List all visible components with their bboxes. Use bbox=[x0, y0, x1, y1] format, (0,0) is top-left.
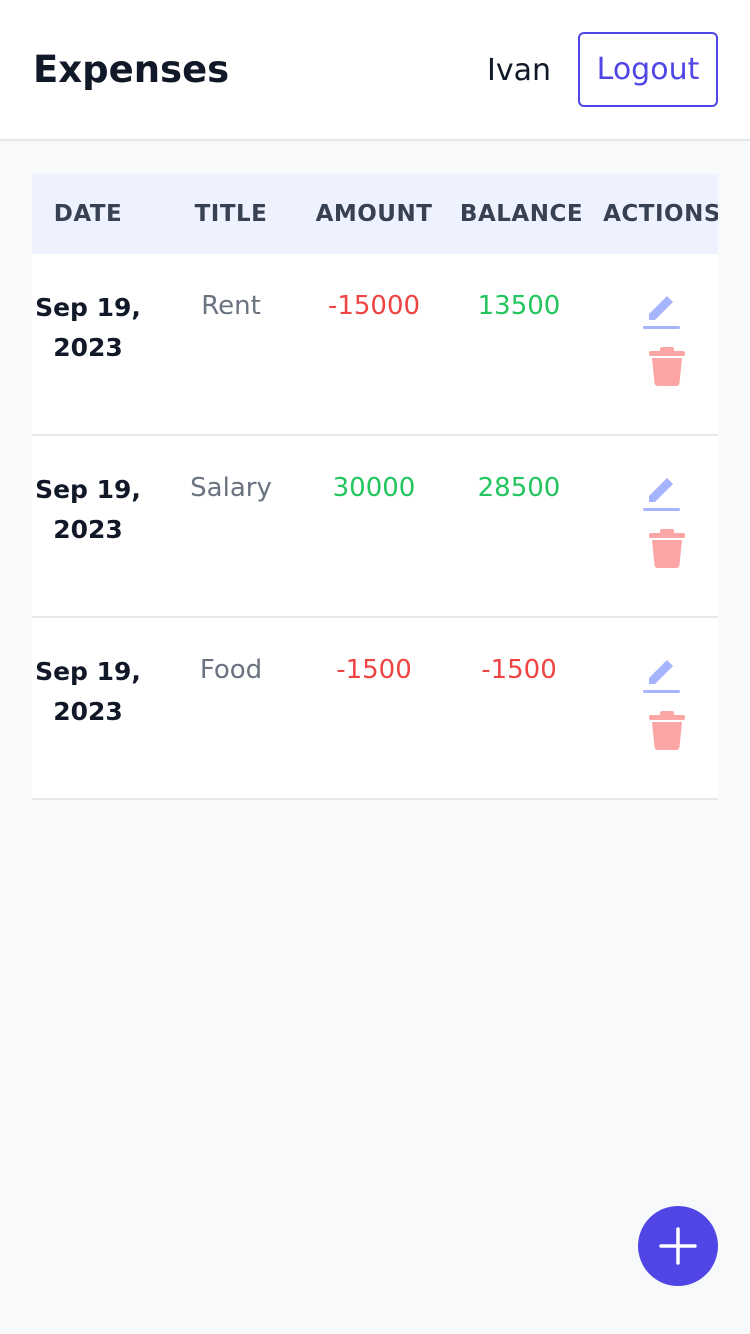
edit-button[interactable] bbox=[637, 654, 687, 696]
add-expense-button[interactable] bbox=[638, 1206, 718, 1286]
row-amount: 30000 bbox=[332, 473, 416, 503]
row-actions bbox=[637, 472, 697, 572]
edit-button[interactable] bbox=[637, 472, 687, 514]
pencil-icon bbox=[643, 478, 680, 511]
row-amount: -1500 bbox=[336, 655, 412, 685]
row-balance: 28500 bbox=[477, 473, 561, 503]
table-row: Sep 19, 2023 Rent -15000 13500 bbox=[32, 254, 718, 436]
row-title: Salary bbox=[190, 473, 272, 503]
table-row: Sep 19, 2023 Food -1500 -1500 bbox=[32, 618, 718, 800]
column-header-balance: BALANCE bbox=[459, 201, 584, 227]
edit-button[interactable] bbox=[637, 290, 687, 332]
expenses-table: DATE TITLE AMOUNT BALANCE ACTIONS Sep 19… bbox=[32, 174, 718, 800]
row-balance: 13500 bbox=[477, 291, 561, 321]
row-title: Rent bbox=[201, 291, 261, 321]
row-balance: -1500 bbox=[481, 655, 557, 685]
trash-icon bbox=[649, 711, 685, 750]
row-date: Sep 19, 2023 bbox=[35, 475, 141, 544]
row-actions bbox=[637, 290, 697, 390]
row-date: Sep 19, 2023 bbox=[35, 657, 141, 726]
trash-icon bbox=[649, 347, 685, 386]
delete-button[interactable] bbox=[647, 710, 687, 752]
table-row: Sep 19, 2023 Salary 30000 28500 bbox=[32, 436, 718, 618]
table-header: DATE TITLE AMOUNT BALANCE ACTIONS bbox=[32, 174, 718, 254]
row-date: Sep 19, 2023 bbox=[35, 293, 141, 362]
logout-button[interactable]: Logout bbox=[578, 32, 718, 107]
delete-button[interactable] bbox=[647, 346, 687, 388]
pencil-icon bbox=[643, 660, 680, 693]
plus-icon bbox=[659, 1227, 697, 1265]
page-title: Expenses bbox=[33, 48, 230, 91]
column-header-title: TITLE bbox=[194, 201, 268, 227]
column-header-amount: AMOUNT bbox=[315, 201, 433, 227]
table-body: Sep 19, 2023 Rent -15000 13500 Sep 19, 2… bbox=[32, 254, 718, 800]
delete-button[interactable] bbox=[647, 528, 687, 570]
row-amount: -15000 bbox=[327, 291, 421, 321]
column-header-actions: ACTIONS bbox=[603, 201, 718, 227]
app-header: Expenses Ivan Logout bbox=[0, 0, 750, 141]
row-title: Food bbox=[199, 655, 263, 685]
user-name: Ivan bbox=[487, 53, 551, 88]
column-header-date: DATE bbox=[53, 201, 123, 227]
pencil-icon bbox=[643, 296, 680, 329]
row-actions bbox=[637, 654, 697, 754]
trash-icon bbox=[649, 529, 685, 568]
